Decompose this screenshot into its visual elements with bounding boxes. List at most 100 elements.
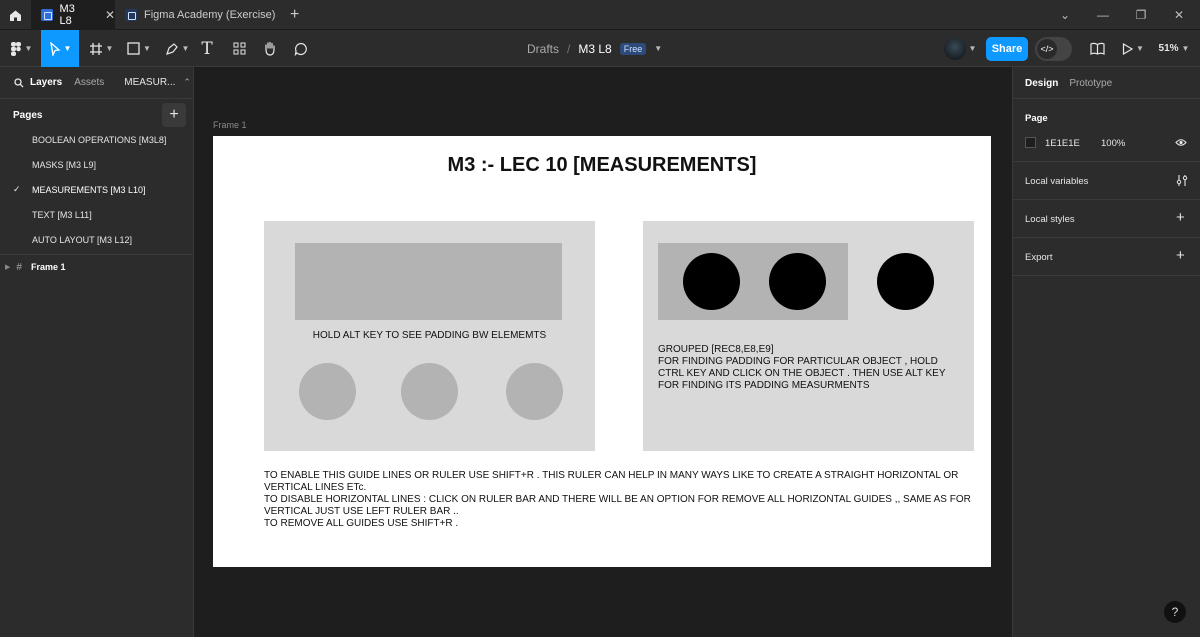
black-circle[interactable] bbox=[769, 253, 826, 310]
shape-tool-button[interactable]: ▼ bbox=[122, 30, 156, 67]
help-button[interactable]: ? bbox=[1164, 601, 1186, 623]
chevron-down-icon: ▼ bbox=[968, 44, 977, 53]
add-export-icon[interactable]: + bbox=[1176, 247, 1185, 264]
present-play-icon[interactable]: ▼ bbox=[1120, 30, 1146, 67]
adjust-icon[interactable] bbox=[1176, 174, 1188, 187]
local-styles-label[interactable]: Local styles bbox=[1013, 214, 1200, 225]
right-caption[interactable]: GROUPED [REC8,E8,E9] FOR FINDING PADDING… bbox=[658, 344, 968, 392]
pen-tool-button[interactable]: ▼ bbox=[160, 30, 194, 67]
checkmark-icon: ✓ bbox=[13, 184, 21, 194]
tab-layers[interactable]: Layers bbox=[30, 77, 62, 88]
file-icon bbox=[125, 9, 137, 21]
home-icon[interactable] bbox=[0, 0, 30, 30]
caption-line: CTRL KEY AND CLICK ON THE OBJECT . THEN … bbox=[658, 368, 946, 379]
search-icon[interactable] bbox=[14, 77, 24, 88]
black-circle[interactable] bbox=[877, 253, 934, 310]
window-close-icon[interactable]: ✕ bbox=[1160, 0, 1198, 30]
eye-icon[interactable] bbox=[1175, 138, 1187, 147]
avatar[interactable]: ▼ bbox=[940, 30, 980, 67]
zoom-control[interactable]: 51% ▼ bbox=[1152, 30, 1196, 67]
dev-mode-toggle[interactable]: </> bbox=[1035, 37, 1072, 61]
divider bbox=[0, 254, 194, 255]
note-line: VERTICAL JUST USE LEFT RULER BAR .. bbox=[264, 506, 459, 517]
note-line: TO REMOVE ALL GUIDES USE SHIFT+R . bbox=[264, 518, 459, 529]
add-style-icon[interactable]: + bbox=[1176, 209, 1185, 226]
library-icon[interactable] bbox=[1086, 30, 1108, 67]
black-circle[interactable] bbox=[683, 253, 740, 310]
page-section-title: Page bbox=[1025, 113, 1048, 124]
tab-prototype[interactable]: Prototype bbox=[1069, 78, 1112, 89]
page-item-masks[interactable]: MASKS [M3 L9] bbox=[32, 160, 96, 170]
layer-row-frame-1[interactable]: ▶ # Frame 1 bbox=[0, 257, 194, 277]
export-label[interactable]: Export bbox=[1013, 252, 1200, 263]
main-menu-icon[interactable]: ▼ bbox=[6, 30, 36, 67]
left-caption[interactable]: HOLD ALT KEY TO SEE PADDING BW ELEMEMTS bbox=[264, 330, 595, 342]
caption-line: FOR FINDING PADDING FOR PARTICULAR OBJEC… bbox=[658, 356, 938, 367]
page-item-auto-layout[interactable]: AUTO LAYOUT [M3 L12] bbox=[32, 235, 132, 245]
frame-1[interactable]: M3 :- LEC 10 [MEASUREMENTS] HOLD ALT KEY… bbox=[213, 136, 991, 567]
share-button[interactable]: Share bbox=[986, 37, 1028, 61]
guide-notes[interactable]: TO ENABLE THIS GUIDE LINES OR RULER USE … bbox=[264, 470, 979, 530]
page-item-text[interactable]: TEXT [M3 L11] bbox=[32, 210, 92, 220]
minimize-icon[interactable]: — bbox=[1084, 0, 1122, 30]
grey-circle[interactable] bbox=[299, 363, 356, 420]
divider bbox=[1013, 275, 1200, 276]
tab-design[interactable]: Design bbox=[1025, 78, 1058, 89]
new-tab-plus-icon[interactable]: + bbox=[280, 0, 310, 30]
caption-line: GROUPED [REC8,E8,E9] bbox=[658, 344, 774, 355]
divider bbox=[0, 98, 194, 99]
chevron-down-icon[interactable]: ⌄ bbox=[1046, 0, 1084, 30]
components-icon[interactable] bbox=[228, 30, 250, 67]
note-line: TO ENABLE THIS GUIDE LINES OR RULER USE … bbox=[264, 470, 959, 481]
chevron-up-icon[interactable]: ⌃ bbox=[183, 77, 191, 88]
divider bbox=[1013, 237, 1200, 238]
left-panel: Layers Assets MEASUR... ⌃ Pages + BOOLEA… bbox=[0, 67, 194, 637]
note-line: TO DISABLE HORIZONTAL LINES : CLICK ON R… bbox=[264, 494, 971, 505]
add-page-button[interactable]: + bbox=[162, 103, 186, 127]
tab-assets[interactable]: Assets bbox=[74, 77, 104, 88]
note-line: VERTICAL LINES ETc. bbox=[264, 482, 367, 493]
tab-figma-academy[interactable]: Figma Academy (Exercise) bbox=[115, 0, 277, 30]
page-item-measurements[interactable]: MEASUREMENTS [M3 L10] bbox=[32, 185, 146, 195]
page-item-boolean[interactable]: BOOLEAN OPERATIONS [M3L8] bbox=[32, 135, 166, 145]
file-name[interactable]: M3 L8 bbox=[578, 42, 611, 56]
breadcrumb[interactable]: Drafts / M3 L8 Free ▼ bbox=[527, 30, 662, 67]
file-icon bbox=[41, 9, 53, 21]
panel-tabs: Layers Assets MEASUR... ⌃ bbox=[0, 67, 203, 98]
text-tool-button[interactable]: T bbox=[196, 30, 218, 67]
page-dropdown[interactable]: MEASUR... bbox=[124, 77, 175, 88]
chevron-down-icon: ▼ bbox=[143, 44, 151, 53]
frame-title[interactable]: M3 :- LEC 10 [MEASUREMENTS] bbox=[213, 154, 991, 177]
title-bar: M3 L8 ✕ Figma Academy (Exercise) + ⌄ — ❐… bbox=[0, 0, 1200, 30]
left-card[interactable]: HOLD ALT KEY TO SEE PADDING BW ELEMEMTS bbox=[264, 221, 595, 451]
rectangle[interactable] bbox=[295, 243, 562, 320]
grey-circle[interactable] bbox=[401, 363, 458, 420]
tab-label: M3 L8 bbox=[59, 3, 75, 27]
close-icon[interactable]: ✕ bbox=[105, 8, 115, 22]
chevron-down-icon[interactable]: ▼ bbox=[654, 44, 662, 53]
tab-m3-l8[interactable]: M3 L8 ✕ bbox=[31, 0, 115, 30]
code-icon: </> bbox=[1037, 39, 1057, 59]
move-tool-button[interactable]: ▼ bbox=[41, 30, 79, 67]
local-variables-label[interactable]: Local variables bbox=[1013, 176, 1200, 187]
chevron-right-icon[interactable]: ▶ bbox=[5, 263, 10, 271]
comment-tool-icon[interactable] bbox=[290, 30, 312, 67]
breadcrumb-folder[interactable]: Drafts bbox=[527, 42, 559, 56]
divider bbox=[1013, 98, 1200, 99]
chevron-down-icon: ▼ bbox=[1181, 44, 1190, 53]
page-opacity[interactable]: 100% bbox=[1089, 138, 1125, 149]
restore-icon[interactable]: ❐ bbox=[1122, 0, 1160, 30]
hand-tool-icon[interactable] bbox=[259, 30, 281, 67]
layer-name: Frame 1 bbox=[30, 262, 66, 272]
right-panel: Design Prototype Page 1E1E1E 100% Local … bbox=[1012, 67, 1200, 637]
divider bbox=[1013, 199, 1200, 200]
right-card[interactable]: GROUPED [REC8,E8,E9] FOR FINDING PADDING… bbox=[643, 221, 974, 451]
chevron-down-icon: ▼ bbox=[105, 44, 114, 53]
caption-line: FOR FINDING ITS PADDING MEASURMENTS bbox=[658, 380, 870, 391]
page-color-hex[interactable]: 1E1E1E bbox=[1033, 138, 1080, 149]
grey-circle[interactable] bbox=[506, 363, 563, 420]
frame-label[interactable]: Frame 1 bbox=[213, 120, 247, 130]
frame-tool-button[interactable]: ▼ bbox=[84, 30, 118, 67]
chevron-down-icon: ▼ bbox=[1136, 44, 1144, 53]
chevron-down-icon: ▼ bbox=[63, 44, 72, 53]
